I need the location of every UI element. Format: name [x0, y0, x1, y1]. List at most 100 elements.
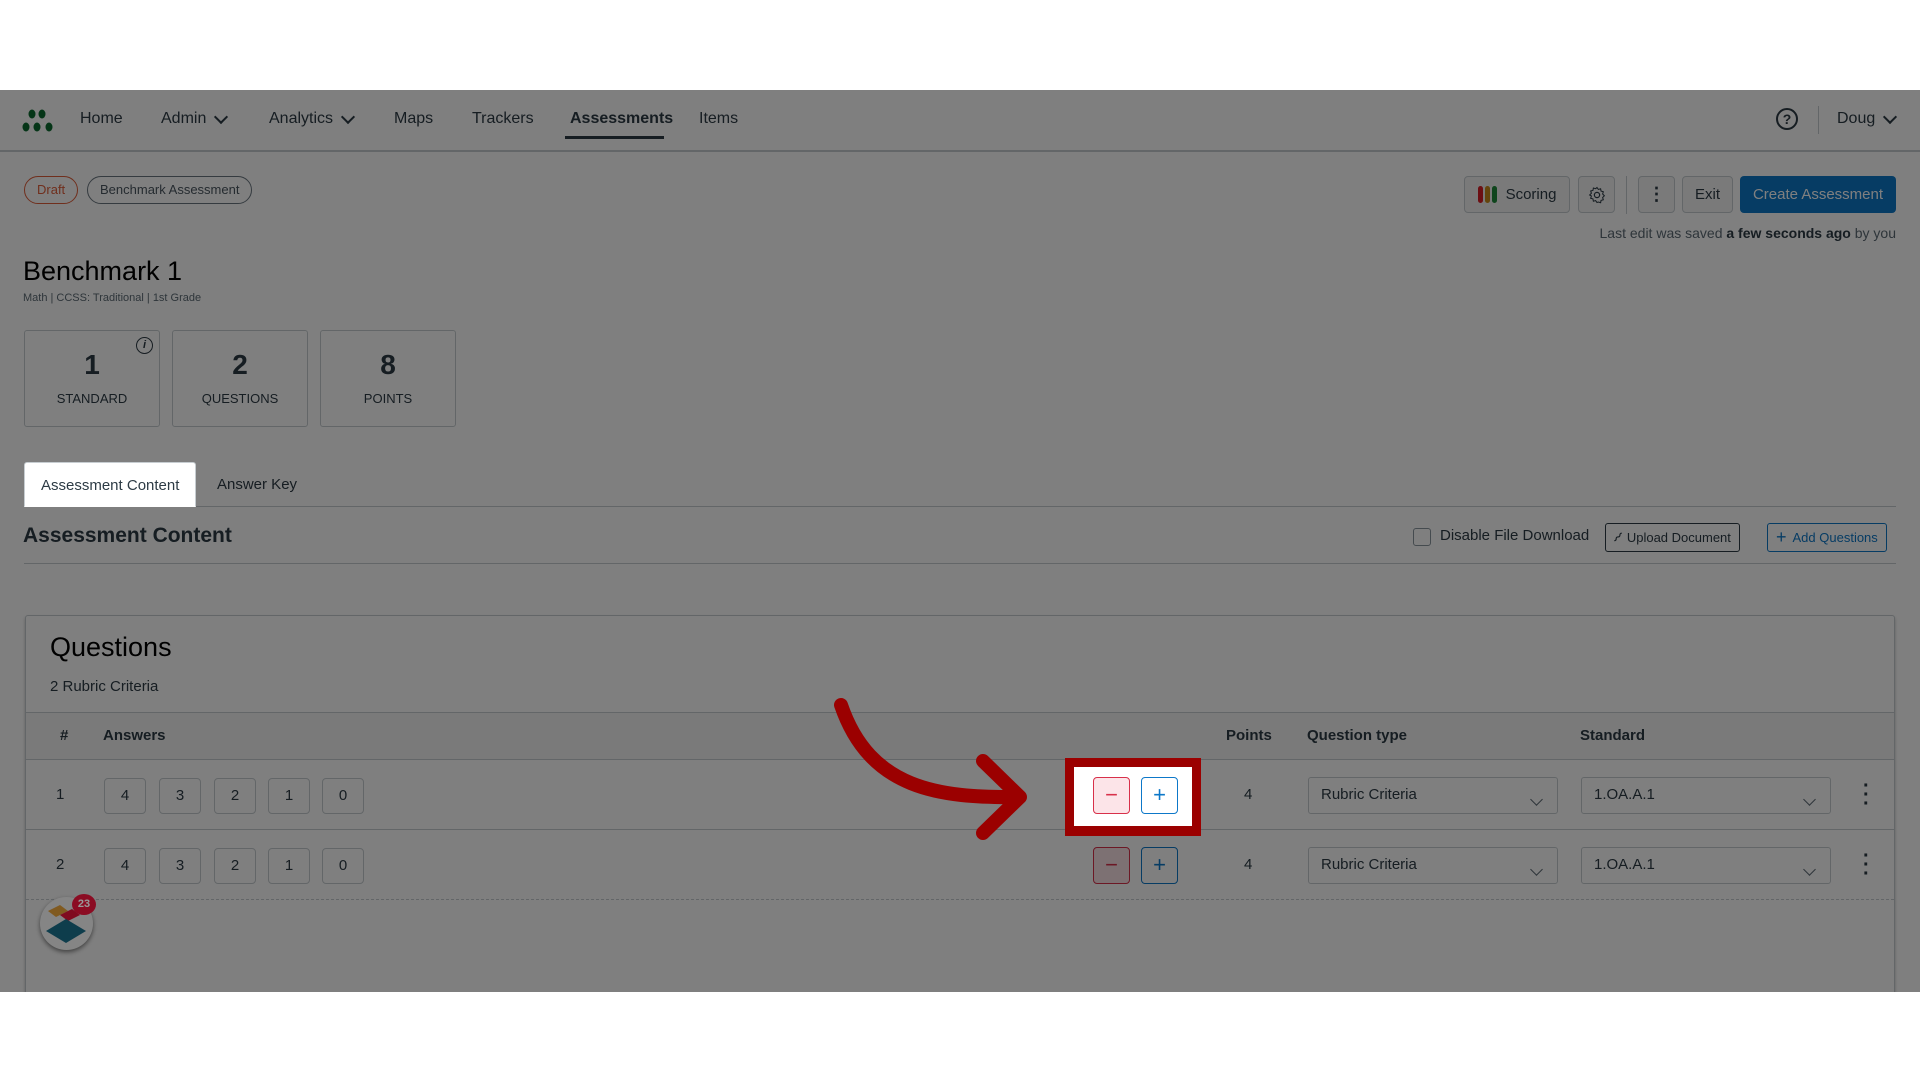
table-row: 1 4 3 2 1 0 4 Rubric Criteria 1.OA.A.1 ·… [26, 760, 1894, 830]
exit-label: Exit [1694, 186, 1720, 203]
scoring-bars-icon [1477, 186, 1497, 203]
nav-analytics[interactable]: Analytics [269, 109, 356, 128]
user-name: Doug [1837, 110, 1876, 127]
column-points: Points [1226, 727, 1272, 744]
chevron-down-icon [1530, 863, 1543, 876]
top-nav: Home Admin Analytics Maps Trackers Asses… [0, 90, 1920, 152]
app-window: Home Admin Analytics Maps Trackers Asses… [0, 90, 1920, 992]
answer-option[interactable]: 4 [104, 848, 146, 884]
answer-option[interactable]: 0 [322, 848, 364, 884]
plus-icon: + [1776, 527, 1787, 547]
save-status: Last edit was saved a few seconds ago by… [1600, 225, 1896, 241]
disable-download-checkbox[interactable] [1413, 528, 1431, 546]
nav-maps[interactable]: Maps [394, 110, 433, 128]
chevron-down-icon [340, 109, 356, 124]
add-answer-button[interactable]: + [1141, 847, 1178, 884]
standard-select[interactable]: 1.OA.A.1 [1581, 777, 1831, 814]
user-menu[interactable]: Doug [1837, 109, 1898, 128]
nav-home[interactable]: Home [80, 110, 123, 128]
questions-card: Questions 2 Rubric Criteria # Answers Po… [25, 615, 1895, 992]
scoring-label: Scoring [1505, 186, 1557, 203]
standard-value: 1.OA.A.1 [1594, 856, 1655, 873]
answer-option[interactable]: 3 [159, 848, 201, 884]
column-answers: Answers [103, 727, 166, 744]
stat-card-standards: i 1 STANDARD [24, 330, 160, 427]
table-header: # Answers Points Question type Standard [26, 712, 1894, 760]
standard-value: 1.OA.A.1 [1594, 786, 1655, 803]
notification-badge: 23 [72, 894, 96, 915]
questions-title: Questions [50, 632, 172, 662]
nav-trackers-label: Trackers [472, 110, 534, 127]
stat-label: QUESTIONS [201, 391, 279, 406]
kebab-icon: ⋮ [1647, 184, 1666, 204]
question-type-select[interactable]: Rubric Criteria [1308, 777, 1558, 814]
chevron-down-icon [214, 109, 229, 124]
add-questions-label: Add Questions [1792, 530, 1878, 545]
questions-subtitle: 2 Rubric Criteria [50, 678, 159, 695]
nav-items[interactable]: Items [699, 110, 738, 128]
help-icon[interactable]: ? [1776, 108, 1798, 130]
stat-card-points: 8 POINTS [320, 330, 456, 427]
nav-assessments[interactable]: Assessments [570, 110, 673, 128]
assessment-type-badge: Benchmark Assessment [87, 176, 253, 204]
add-questions-button[interactable]: + Add Questions [1767, 523, 1887, 552]
save-status-prefix: Last edit was saved [1599, 225, 1727, 241]
save-status-suffix: by you [1850, 225, 1896, 241]
section-title: Assessment Content [23, 524, 232, 547]
active-nav-indicator [565, 136, 664, 139]
nav-maps-label: Maps [394, 110, 434, 127]
nav-divider [1818, 106, 1819, 134]
annotation-highlight-area: − + [1074, 767, 1192, 826]
nav-home-label: Home [80, 110, 123, 127]
section-divider [24, 563, 1896, 564]
upload-document-button[interactable]: ⌇ Upload Document [1605, 523, 1740, 552]
standard-select[interactable]: 1.OA.A.1 [1581, 847, 1831, 884]
page-subtitle: Math | CCSS: Traditional | 1st Grade [23, 292, 202, 304]
remove-answer-button[interactable]: − [1093, 847, 1130, 884]
add-answer-button[interactable]: + [1141, 777, 1178, 814]
row-menu-kebab-icon[interactable]: · · · [1863, 776, 1870, 814]
app-logo-icon[interactable] [22, 108, 58, 134]
settings-button[interactable] [1578, 176, 1615, 213]
upload-label: Upload Document [1626, 530, 1731, 545]
chevron-down-icon [1803, 793, 1816, 806]
answer-option[interactable]: 3 [159, 778, 201, 814]
points-value: 4 [1244, 856, 1253, 873]
tab-answer-key[interactable]: Answer Key [201, 462, 313, 507]
exit-button[interactable]: Exit [1682, 176, 1733, 213]
gear-icon [1588, 186, 1605, 203]
row-menu-kebab-icon[interactable]: · · · [1863, 846, 1870, 884]
answer-option[interactable]: 1 [268, 778, 310, 814]
column-number: # [60, 727, 69, 744]
table-row: 2 4 3 2 1 0 − + 4 Rubric Criteria 1.OA.A… [26, 830, 1894, 900]
nav-admin[interactable]: Admin [161, 109, 229, 128]
stat-value: 8 [380, 349, 396, 380]
chevron-down-icon [1530, 793, 1543, 806]
question-type-select[interactable]: Rubric Criteria [1308, 847, 1558, 884]
answer-option[interactable]: 2 [214, 778, 256, 814]
toolbar-divider [1626, 176, 1627, 214]
stat-label: POINTS [363, 391, 413, 406]
question-type-value: Rubric Criteria [1321, 856, 1417, 873]
chevron-down-icon [1883, 109, 1898, 124]
column-standard: Standard [1580, 727, 1646, 744]
answer-option[interactable]: 2 [214, 848, 256, 884]
row-number: 2 [56, 856, 65, 873]
create-assessment-button[interactable]: Create Assessment [1740, 176, 1896, 213]
remove-answer-button[interactable]: − [1093, 777, 1130, 814]
scoring-button[interactable]: Scoring [1464, 176, 1570, 213]
status-badge: Draft [24, 176, 79, 204]
chevron-down-icon [1803, 863, 1816, 876]
stat-label: STANDARD [56, 391, 128, 406]
points-value: 4 [1244, 786, 1253, 803]
page-title: Benchmark 1 [23, 256, 183, 286]
answer-option[interactable]: 0 [322, 778, 364, 814]
nav-trackers[interactable]: Trackers [472, 110, 534, 128]
tab-assessment-content[interactable]: Assessment Content [24, 462, 197, 507]
info-icon[interactable]: i [136, 337, 153, 354]
answer-option[interactable]: 4 [104, 778, 146, 814]
more-options-button[interactable]: ⋮ [1638, 176, 1675, 213]
save-status-time: a few seconds ago [1726, 225, 1851, 241]
answer-option[interactable]: 1 [268, 848, 310, 884]
nav-items-label: Items [699, 110, 739, 127]
